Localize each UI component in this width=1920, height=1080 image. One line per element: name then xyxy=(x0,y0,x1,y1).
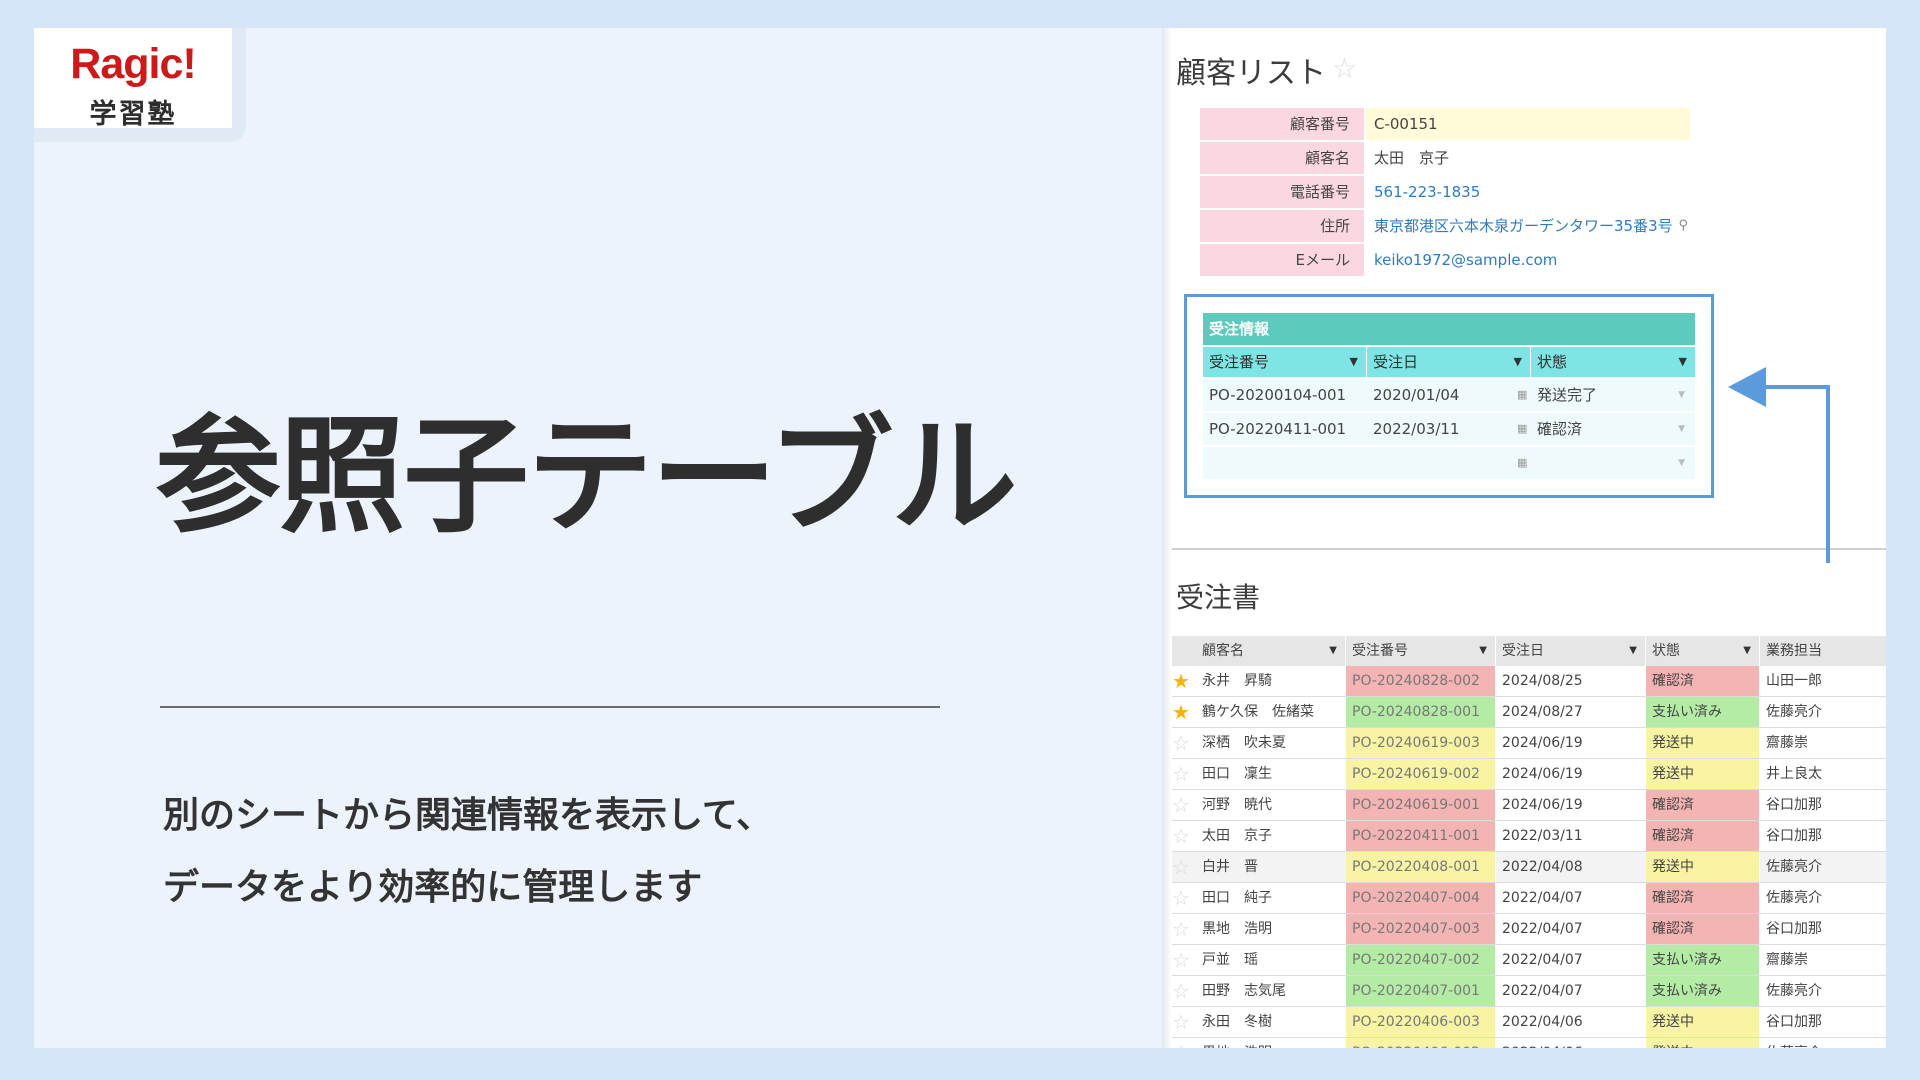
reference-arrow xyxy=(1728,367,1830,563)
